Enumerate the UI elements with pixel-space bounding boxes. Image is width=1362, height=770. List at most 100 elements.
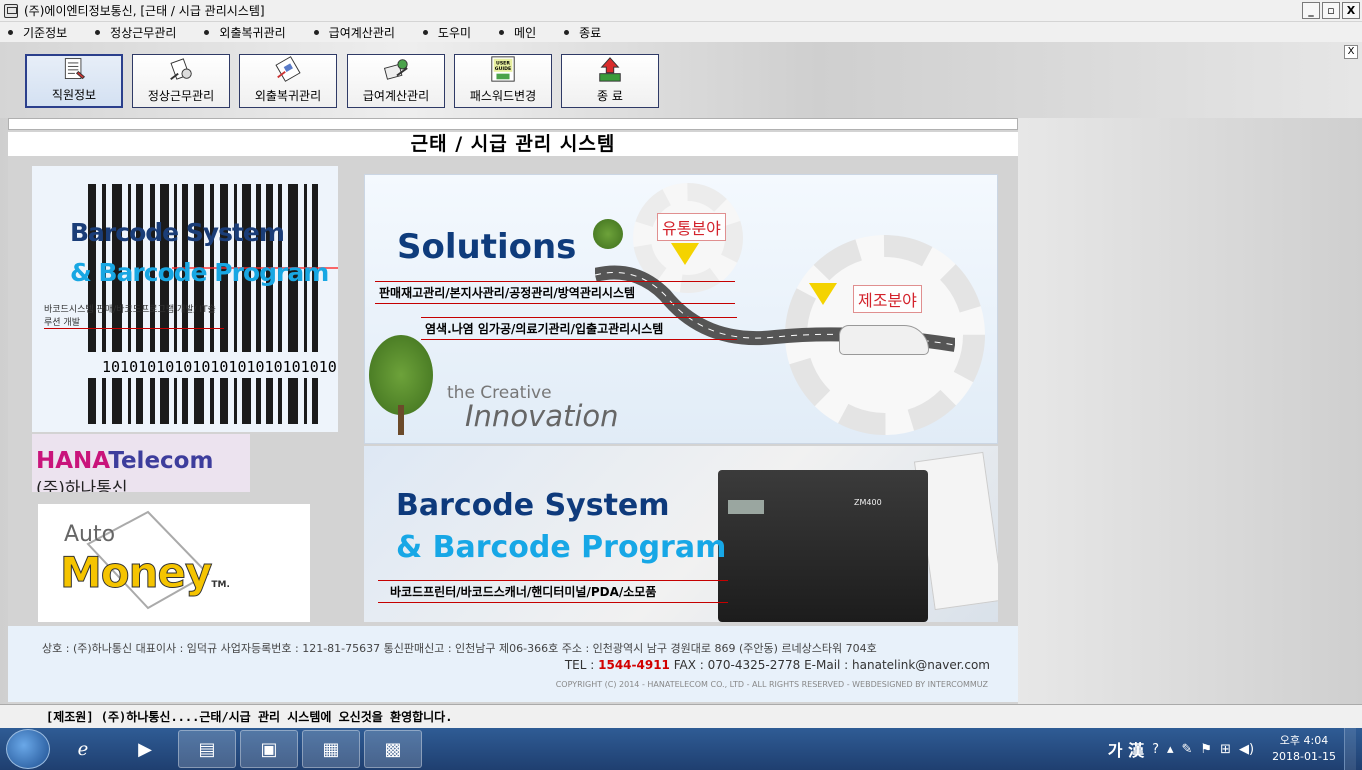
status-message: [제조원] (주)하나통신....근태/시급 관리 시스템에 오신것을 환영합니… (46, 710, 453, 724)
powerpoint-icon: ▦ (322, 738, 340, 760)
employee-info-icon (64, 58, 86, 80)
toolbar: 직원정보 정상근무관리 외출복귀관리 급여계산관리 USER GUIDE 패스워… (0, 42, 1362, 118)
bullet-icon (204, 29, 210, 35)
automoney-banner[interactable]: Auto MoneyTM. (38, 504, 310, 622)
manufacturing-field-label: 제조분야 (853, 285, 922, 313)
page-title: 근태 / 시급 관리 시스템 (8, 132, 1018, 156)
hana-logo-text: HANA (36, 448, 109, 474)
computer-icon: ▣ (260, 738, 278, 760)
normal-work-icon (170, 58, 192, 81)
title-bar: (주)에이엔티정보통신, [근태 / 시급 관리시스템] _ ▫ X (0, 0, 1362, 22)
flag-icon[interactable]: ⚑ (1200, 742, 1212, 757)
barcode-left-digits: 101010101010101010101010101 (102, 358, 338, 376)
money-text: MoneyTM. (59, 548, 230, 598)
powerpoint-taskbar-button[interactable]: ▦ (302, 730, 360, 768)
copyright: COPYRIGHT (C) 2014 - HANATELECOM CO., LT… (555, 680, 988, 689)
app-icon[interactable] (4, 3, 18, 18)
menu-item-help[interactable]: 도우미 (422, 24, 471, 41)
window-title: (주)에이엔티정보통신, [근태 / 시급 관리시스템] (24, 4, 265, 18)
solutions-banner: 유통분야 제조분야 Solutions 판매재고관리/본지사관리/공정관리/방역… (364, 174, 998, 444)
clock[interactable]: 오후 4:04 2018-01-15 (1272, 733, 1336, 765)
contact-info: TEL : 1544-4911 FAX : 070-4325-2778 E-Ma… (564, 658, 990, 672)
help-icon[interactable]: ? (1152, 742, 1159, 757)
menu-item-exit[interactable]: 종료 (564, 24, 601, 41)
payroll-button[interactable]: 급여계산관리 (347, 54, 445, 108)
barcode-right-line2: & Barcode Program (396, 530, 727, 565)
menu-item-basic-info[interactable]: 기준정보 (8, 24, 67, 41)
app-taskbar-button[interactable]: ▣ (240, 730, 298, 768)
barcode-printer-graphic: ZM400 (718, 470, 928, 622)
solutions-title: Solutions (397, 227, 577, 267)
distribution-field-label: 유통분야 (657, 213, 726, 241)
window-controls: _ ▫ X (1302, 2, 1360, 19)
mdi-close-button[interactable]: X (1344, 45, 1358, 59)
barcode-left-line1: Barcode System (70, 218, 285, 247)
close-button[interactable]: X (1342, 2, 1360, 19)
exit-button[interactable]: 종 료 (561, 54, 659, 108)
clock-time: 오후 4:04 (1279, 734, 1329, 747)
taskbar: ℯ ▶ ▤ ▣ ▦ ▩ 가 漢 ? ▴ ✎ ⚑ ⊞ ◀) 오후 4:04 201… (0, 728, 1362, 770)
menu-item-payroll[interactable]: 급여계산관리 (313, 24, 395, 41)
car-graphic (839, 325, 929, 355)
employee-info-button[interactable]: 직원정보 (25, 54, 123, 108)
main-content: 근태 / 시급 관리 시스템 Barcode System & Barcode … (8, 118, 1018, 704)
solutions-line1: 판매재고관리/본지사관리/공정관리/방역관리시스템 (375, 281, 735, 304)
ie-taskbar-button[interactable]: ℯ (54, 730, 112, 768)
bullet-icon (422, 29, 428, 35)
start-button[interactable] (6, 729, 50, 769)
ime-language[interactable]: 가 漢 (1108, 737, 1144, 761)
tray-arrow-icon[interactable]: ▴ (1167, 742, 1174, 757)
auto-text: Auto (64, 522, 116, 547)
innovation-text: Innovation (465, 399, 619, 433)
yield-sign-icon (809, 283, 837, 305)
pen-icon[interactable]: ✎ (1182, 742, 1193, 757)
outing-return-button[interactable]: 외출복귀관리 (239, 54, 337, 108)
yield-sign-icon (671, 243, 699, 265)
clock-date: 2018-01-15 (1272, 750, 1336, 763)
small-tree-graphic (593, 219, 623, 249)
menu-item-normal-work[interactable]: 정상근무관리 (95, 24, 176, 41)
restore-button[interactable]: ▫ (1322, 2, 1340, 19)
barcode-left-sub: 바코드시스템 판매/바코드프로그램 개발/ IT솔루션 개발 (44, 302, 224, 329)
svg-text:USER: USER (496, 60, 510, 66)
folder-icon: ▤ (198, 738, 216, 760)
network-icon[interactable]: ⊞ (1220, 742, 1231, 757)
solutions-line2: 염색.나염 임가공/의료기관리/입출고관리시스템 (421, 317, 737, 340)
media-player-taskbar-button[interactable]: ▶ (116, 730, 174, 768)
barcode-left-line2: & Barcode Program (70, 258, 329, 287)
bullet-icon (564, 29, 570, 35)
barcode-banner-right: ZM400 Barcode System & Barcode Program 바… (364, 446, 998, 622)
excel-taskbar-button[interactable]: ▩ (364, 730, 422, 768)
company-info: 상호 : (주)하나통신 대표이사 : 임덕규 사업자등록번호 : 121-81… (42, 642, 877, 655)
hana-telecom-logo[interactable]: HANATelecom (주)하나통신 (32, 434, 250, 492)
telecom-logo-text: Telecom (108, 448, 214, 474)
tel-number: 1544-4911 (598, 658, 670, 672)
user-guide-icon: USER GUIDE (491, 56, 515, 82)
exit-icon (599, 57, 621, 82)
barcode-bars-graphic (88, 184, 338, 424)
printer-lcd (728, 500, 764, 514)
media-player-icon: ▶ (138, 738, 152, 760)
internet-explorer-icon: ℯ (77, 738, 89, 760)
menu-bar: 기준정보 정상근무관리 외출복귀관리 급여계산관리 도우미 메인 종료 (0, 22, 1362, 42)
tree-graphic (369, 335, 433, 415)
bullet-icon (8, 29, 13, 35)
bullet-icon (95, 29, 101, 35)
menu-item-main[interactable]: 메인 (499, 24, 536, 41)
menu-item-outing-return[interactable]: 외출복귀관리 (204, 24, 286, 41)
change-password-button[interactable]: USER GUIDE 패스워드변경 (454, 54, 552, 108)
barcode-banner-left: Barcode System & Barcode Program 바코드시스템 … (32, 166, 338, 432)
show-desktop-button[interactable] (1344, 728, 1356, 770)
hana-korean-name: (주)하나통신 (36, 479, 128, 492)
explorer-taskbar-button[interactable]: ▤ (178, 730, 236, 768)
volume-icon[interactable]: ◀) (1239, 742, 1254, 757)
bullet-icon (313, 29, 319, 35)
payroll-icon (383, 59, 408, 80)
minimize-button[interactable]: _ (1302, 2, 1320, 19)
top-strip (8, 118, 1018, 130)
normal-work-button[interactable]: 정상근무관리 (132, 54, 230, 108)
status-bar: [제조원] (주)하나통신....근태/시급 관리 시스템에 오신것을 환영합니… (0, 704, 1362, 728)
excel-icon: ▩ (384, 738, 402, 760)
barcode-right-line1: Barcode System (396, 488, 670, 523)
svg-text:GUIDE: GUIDE (495, 66, 511, 72)
